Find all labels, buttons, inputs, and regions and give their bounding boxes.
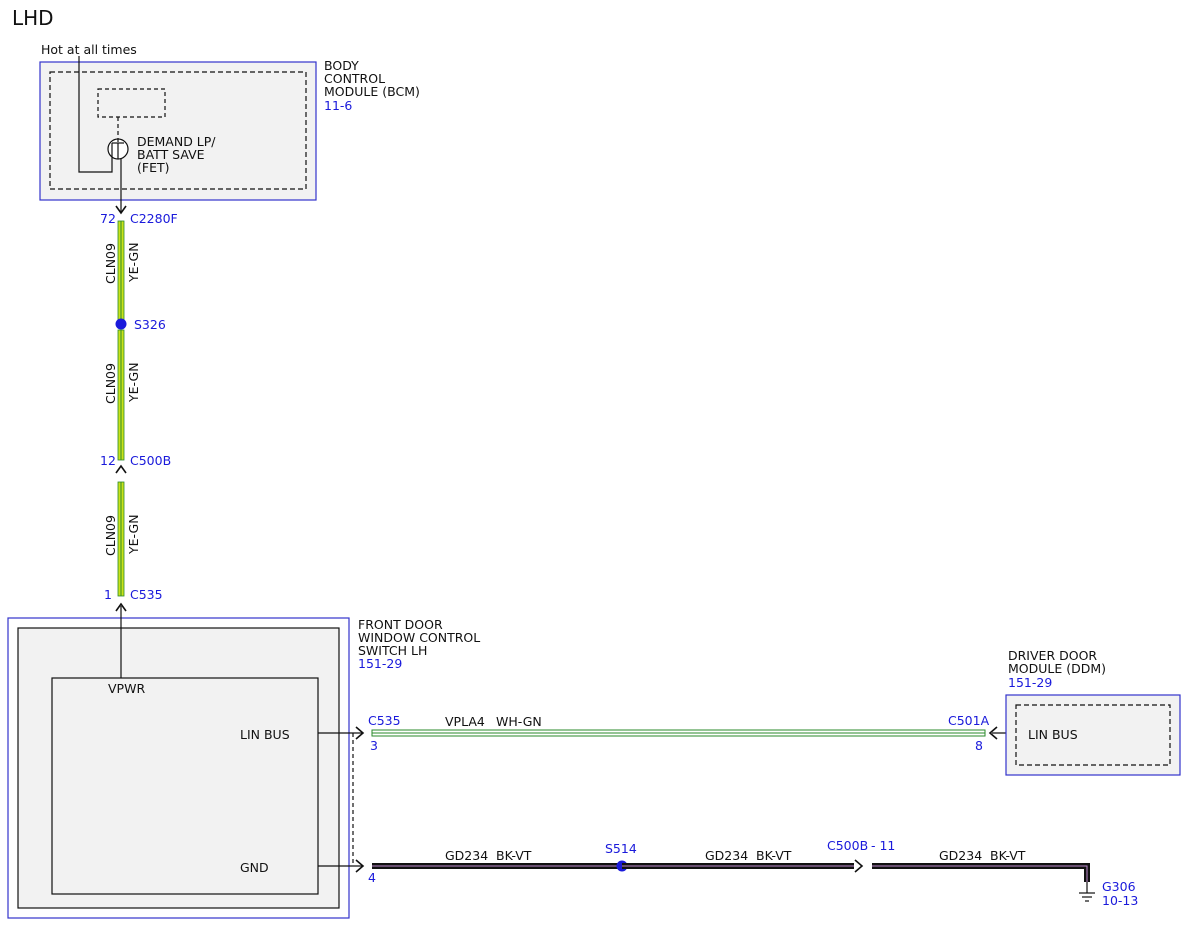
wire-seg3-color: YE-GN xyxy=(126,514,141,555)
wire-cln09-seg1[interactable] xyxy=(117,220,125,325)
bcm-fet-label-3: (FET) xyxy=(137,160,169,175)
c500b-gnd-arrow-icon xyxy=(854,859,864,873)
c535-top-connector[interactable]: C535 xyxy=(130,587,163,602)
fdwcs-lin-bus-label: LIN BUS xyxy=(240,727,290,742)
wire-gd234-seg2[interactable] xyxy=(622,863,854,869)
ground-icon xyxy=(1079,882,1095,902)
wire-cln09-seg2[interactable] xyxy=(117,329,125,461)
wire-vpla4[interactable] xyxy=(371,729,986,737)
c535-top-pin: 1 xyxy=(104,587,112,602)
wire-cln09-seg3[interactable] xyxy=(117,481,125,597)
wire-seg1-color: YE-GN xyxy=(126,242,141,283)
ddm-ref-link[interactable]: 151-29 xyxy=(1008,675,1052,690)
power-label: Hot at all times xyxy=(41,42,137,57)
c2280f-connector[interactable]: C2280F xyxy=(130,211,178,226)
wire-gnd3-color: BK-VT xyxy=(990,848,1026,863)
ground-ref-link[interactable]: 10-13 xyxy=(1102,893,1138,908)
c501a-connector[interactable]: C501A xyxy=(948,713,990,728)
wire-gnd1-color: BK-VT xyxy=(496,848,532,863)
wire-seg2-color: YE-GN xyxy=(126,362,141,403)
bcm-outline xyxy=(39,61,317,201)
c535-lin-connector[interactable]: C535 xyxy=(368,713,401,728)
c500b-gnd-connector[interactable]: C500B xyxy=(827,838,868,853)
fdwcs-internal-circuit xyxy=(51,677,319,895)
splice-s514-label[interactable]: S514 xyxy=(605,841,637,856)
ddm-module[interactable]: LIN BUS xyxy=(1005,694,1181,776)
c535-gnd-pin: 4 xyxy=(368,870,376,885)
wire-gd234-seg1[interactable] xyxy=(372,863,622,869)
wire-gnd1-circuit: GD234 xyxy=(445,848,488,863)
wire-seg1-circuit: CLN09 xyxy=(103,243,118,284)
page-title: LHD xyxy=(12,6,54,30)
fdwcs-gnd-label: GND xyxy=(240,860,269,875)
splice-s326-dot[interactable] xyxy=(115,318,127,330)
fdwcs-vpwr-label: VPWR xyxy=(108,681,145,696)
c500b-top-connector[interactable]: C500B xyxy=(130,453,171,468)
c500b-arrow-icon xyxy=(115,464,127,474)
c535-lin-pin: 3 xyxy=(370,738,378,753)
c500b-top-pin: 12 xyxy=(100,453,116,468)
ground-g306-label[interactable]: G306 xyxy=(1102,879,1136,894)
wire-seg2-circuit: CLN09 xyxy=(103,363,118,404)
wire-gd234-seg3[interactable] xyxy=(872,863,1090,882)
wire-seg3-circuit: CLN09 xyxy=(103,515,118,556)
bcm-name-3: MODULE (BCM) xyxy=(324,84,420,99)
fdwcs-module[interactable]: VPWR LIN BUS GND xyxy=(7,606,350,919)
fdwcs-ref-link[interactable]: 151-29 xyxy=(358,656,402,671)
c2280f-pin: 72 xyxy=(100,211,116,226)
splice-s326-label[interactable]: S326 xyxy=(134,317,166,332)
wire-gnd2-color: BK-VT xyxy=(756,848,792,863)
c500b-gnd-pin: - 11 xyxy=(871,838,895,853)
wire-lin-color: WH-GN xyxy=(496,714,542,729)
ddm-lin-bus-label: LIN BUS xyxy=(1028,727,1078,742)
wiring-diagram: LHD DEMAND LP/ BATT SAVE (FET) BODY CONT… xyxy=(7,6,1181,919)
wire-gnd3-circuit: GD234 xyxy=(939,848,982,863)
bcm-ref-link[interactable]: 11-6 xyxy=(324,98,352,113)
wire-lin-circuit: VPLA4 xyxy=(445,714,485,729)
c501a-pin: 8 xyxy=(975,738,983,753)
wire-gnd2-circuit: GD234 xyxy=(705,848,748,863)
bcm-module[interactable]: DEMAND LP/ BATT SAVE (FET) xyxy=(39,61,317,201)
ddm-name-2: MODULE (DDM) xyxy=(1008,661,1106,676)
